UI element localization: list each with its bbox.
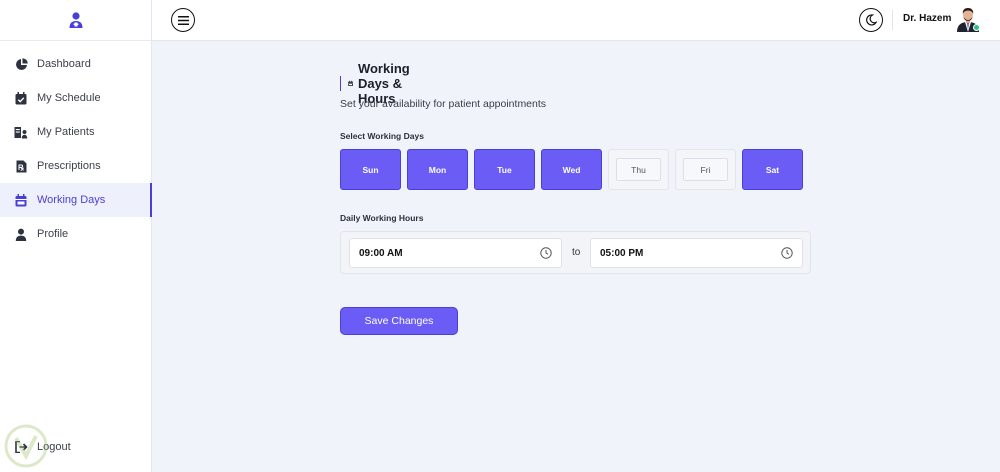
day-selector: Sun Mon Tue Wed Thu Fri Sat bbox=[340, 149, 809, 190]
dark-mode-toggle[interactable] bbox=[859, 8, 883, 32]
moon-icon bbox=[866, 14, 877, 26]
watermark-logo bbox=[4, 424, 48, 468]
sidebar-item-label: Dashboard bbox=[37, 58, 91, 70]
day-label: Tue bbox=[497, 164, 512, 175]
to-label: to bbox=[572, 247, 581, 258]
clock-icon[interactable] bbox=[781, 247, 793, 259]
sidebar-item-my-schedule[interactable]: My Schedule bbox=[0, 81, 151, 115]
calendar-check-icon bbox=[14, 91, 28, 105]
title-accent-bar bbox=[340, 76, 341, 91]
app-logo[interactable] bbox=[0, 0, 151, 41]
sidebar-item-prescriptions[interactable]: Prescriptions bbox=[0, 149, 151, 183]
sidebar-item-label: My Schedule bbox=[37, 92, 101, 104]
clock-icon[interactable] bbox=[540, 247, 552, 259]
sidebar-nav: Dashboard My Schedule My Patients Prescr… bbox=[0, 47, 152, 251]
sidebar-item-label: Working Days bbox=[37, 194, 106, 206]
end-time-input[interactable]: 05:00 PM bbox=[590, 238, 803, 268]
user-name[interactable]: Dr. Hazem bbox=[903, 13, 951, 24]
sidebar-item-my-patients[interactable]: My Patients bbox=[0, 115, 151, 149]
sidebar-item-label: Profile bbox=[37, 228, 69, 240]
sidebar-item-label: My Patients bbox=[37, 126, 95, 138]
day-label: Thu bbox=[616, 158, 661, 181]
working-days-label: Select Working Days bbox=[340, 131, 424, 141]
user-icon bbox=[14, 227, 28, 241]
start-time-input[interactable]: 09:00 AM bbox=[349, 238, 562, 268]
day-toggle-mon[interactable]: Mon bbox=[407, 149, 468, 190]
menu-toggle-button[interactable] bbox=[171, 8, 195, 32]
end-time-value: 05:00 PM bbox=[600, 247, 644, 259]
day-label: Sat bbox=[765, 164, 780, 175]
day-label: Fri bbox=[683, 158, 728, 181]
day-toggle-sun[interactable]: Sun bbox=[340, 149, 401, 190]
header-divider bbox=[892, 10, 893, 30]
day-toggle-wed[interactable]: Wed bbox=[541, 149, 602, 190]
day-toggle-thu[interactable]: Thu bbox=[608, 149, 669, 190]
sidebar: Dashboard My Schedule My Patients Prescr… bbox=[0, 0, 152, 472]
day-toggle-sat[interactable]: Sat bbox=[742, 149, 803, 190]
day-label: Sun bbox=[362, 164, 379, 175]
calendar-icon bbox=[14, 193, 28, 207]
prescription-icon bbox=[14, 159, 28, 173]
calendar-icon bbox=[348, 80, 353, 87]
working-hours-group: 09:00 AM to 05:00 PM bbox=[340, 231, 811, 274]
sidebar-item-profile[interactable]: Profile bbox=[0, 217, 151, 251]
day-toggle-tue[interactable]: Tue bbox=[474, 149, 535, 190]
doctor-logo-icon bbox=[69, 12, 82, 28]
day-toggle-fri[interactable]: Fri bbox=[675, 149, 736, 190]
day-label: Mon bbox=[428, 164, 447, 175]
top-bar: Dr. Hazem bbox=[152, 0, 1000, 41]
online-status-dot bbox=[973, 24, 980, 31]
save-changes-button[interactable]: Save Changes bbox=[340, 307, 458, 335]
start-time-value: 09:00 AM bbox=[359, 247, 403, 259]
sidebar-item-working-days[interactable]: Working Days bbox=[0, 183, 152, 217]
day-label: Wed bbox=[562, 164, 581, 175]
page-subtitle: Set your availability for patient appoin… bbox=[340, 98, 547, 110]
pie-chart-icon bbox=[14, 57, 28, 71]
sidebar-item-label: Prescriptions bbox=[37, 160, 101, 172]
working-hours-label: Daily Working Hours bbox=[340, 213, 424, 223]
sidebar-item-dashboard[interactable]: Dashboard bbox=[0, 47, 151, 81]
hamburger-icon bbox=[177, 15, 189, 25]
patients-icon bbox=[14, 125, 28, 139]
